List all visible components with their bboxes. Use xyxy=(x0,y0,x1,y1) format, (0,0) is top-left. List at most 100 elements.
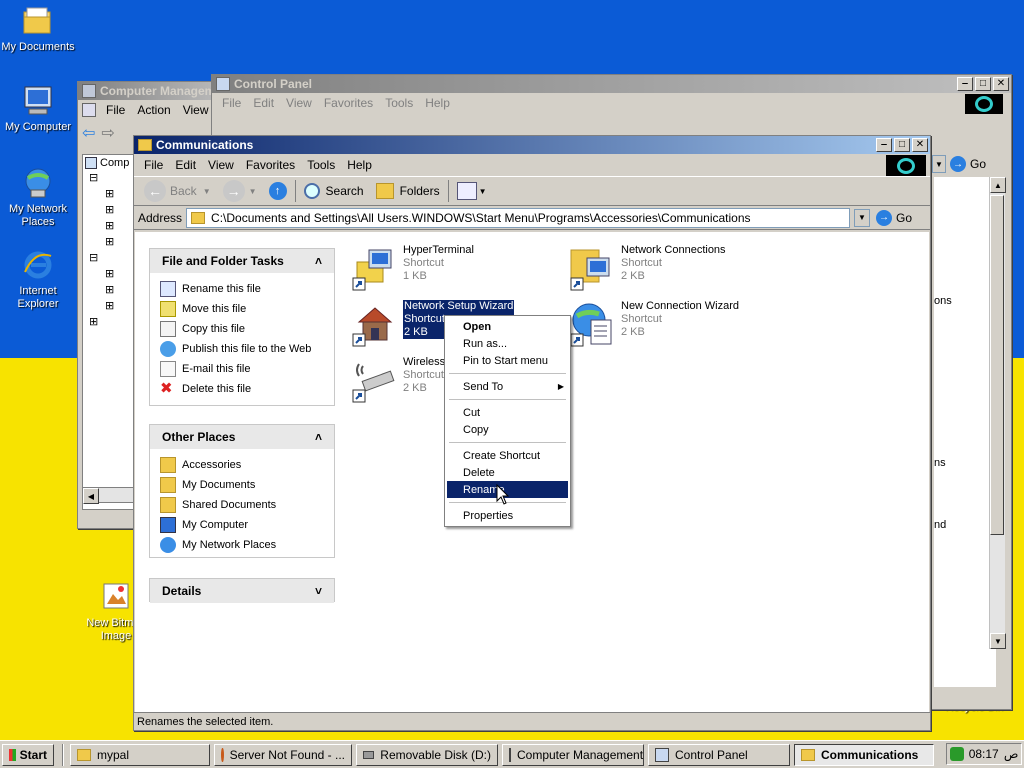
address-dropdown-icon[interactable]: ▼ xyxy=(853,208,870,227)
task-rename[interactable]: Rename this file xyxy=(150,279,334,299)
menu-item-pin-start[interactable]: Pin to Start menu xyxy=(447,352,568,369)
maximize-button[interactable]: □ xyxy=(975,77,991,91)
computer-management-tree[interactable]: Comp ⊟ ⊞ ⊞ ⊞ ⊞ ⊟ ⊞ ⊞ ⊞ ⊞ xyxy=(82,154,134,510)
control-panel-titlebar[interactable]: Control Panel ‒ □ ✕ xyxy=(212,75,1011,93)
menu-favorites[interactable]: Favorites xyxy=(318,96,379,110)
menu-item-delete[interactable]: Delete xyxy=(447,464,568,481)
tree-node[interactable]: ⊞ xyxy=(83,299,133,315)
desktop-icon-my-network-places[interactable]: My Network Places xyxy=(0,166,76,229)
tree-node[interactable]: ⊞ xyxy=(83,267,133,283)
go-arrow-icon[interactable]: → xyxy=(875,209,892,226)
vertical-scrollbar[interactable]: ▲ ▼ xyxy=(989,177,1006,649)
clock-time[interactable]: 08:17 xyxy=(969,747,999,761)
tree-node[interactable]: ⊟ xyxy=(83,251,133,267)
back-button[interactable]: ← Back ▼ xyxy=(138,178,217,204)
menu-edit[interactable]: Edit xyxy=(247,96,280,110)
menu-item-cut[interactable]: Cut xyxy=(447,404,568,421)
search-button[interactable]: Search xyxy=(298,178,370,204)
menu-item-send-to[interactable]: Send To ▶ xyxy=(447,378,568,395)
go-arrow-icon[interactable]: → xyxy=(950,156,966,172)
tray-shield-icon[interactable] xyxy=(949,747,964,761)
folders-button[interactable]: Folders xyxy=(370,178,446,204)
minimize-button[interactable]: ‒ xyxy=(957,77,973,91)
menu-favorites[interactable]: Favorites xyxy=(240,158,301,172)
menu-file[interactable]: File xyxy=(216,96,247,110)
task-mypal[interactable]: mypal xyxy=(70,743,210,766)
place-my-computer[interactable]: My Computer xyxy=(150,515,334,535)
file-item-wireless[interactable]: Wireless Shortcut 2 KB xyxy=(351,356,445,404)
scroll-thumb[interactable] xyxy=(990,195,1004,535)
tree-node[interactable]: ⊞ xyxy=(83,315,133,331)
tree-node[interactable]: ⊟ xyxy=(83,171,133,187)
place-my-network-places[interactable]: My Network Places xyxy=(150,535,334,555)
go-button-label[interactable]: Go xyxy=(970,157,986,171)
scroll-up-icon[interactable]: ▲ xyxy=(990,177,1006,193)
tree-node[interactable]: ⊞ xyxy=(83,283,133,299)
forward-arrow-icon[interactable]: ⇨ xyxy=(101,123,114,143)
menu-edit[interactable]: Edit xyxy=(169,158,202,172)
menu-help[interactable]: Help xyxy=(341,158,378,172)
file-item-hyperterminal[interactable]: HyperTerminal Shortcut 1 KB xyxy=(351,244,474,292)
back-arrow-icon[interactable]: ⇦ xyxy=(82,123,95,143)
menu-item-run-as[interactable]: Run as... xyxy=(447,335,568,352)
file-item-network-connections[interactable]: Network Connections Shortcut 2 KB xyxy=(569,244,726,292)
task-move[interactable]: Move this file xyxy=(150,299,334,319)
tree-node[interactable]: ⊞ xyxy=(83,235,133,251)
panel-header[interactable]: File and Folder Tasks ˄ xyxy=(150,249,334,273)
menu-item-create-shortcut[interactable]: Create Shortcut xyxy=(447,447,568,464)
tree-node[interactable]: ⊞ xyxy=(83,203,133,219)
task-delete[interactable]: ✖ Delete this file xyxy=(150,379,334,399)
task-server-not-found[interactable]: Server Not Found - ... xyxy=(214,743,352,766)
close-button[interactable]: ✕ xyxy=(993,77,1009,91)
file-item-new-connection-wizard[interactable]: New Connection Wizard Shortcut 2 KB xyxy=(569,300,739,348)
menu-file[interactable]: File xyxy=(138,158,169,172)
place-shared-documents[interactable]: Shared Documents xyxy=(150,495,334,515)
go-button-label[interactable]: Go xyxy=(896,211,912,225)
close-button[interactable]: ✕ xyxy=(912,138,928,152)
task-copy[interactable]: Copy this file xyxy=(150,319,334,339)
menu-view[interactable]: View xyxy=(177,103,215,117)
address-field[interactable]: C:\Documents and Settings\All Users.WIND… xyxy=(186,207,850,228)
minimize-button[interactable]: ‒ xyxy=(876,138,892,152)
menu-view[interactable]: View xyxy=(202,158,240,172)
task-removable-disk[interactable]: Removable Disk (D:) xyxy=(356,743,498,766)
tree-node[interactable]: ⊞ xyxy=(83,219,133,235)
horizontal-scrollbar[interactable]: ◀ xyxy=(82,487,134,504)
communications-titlebar[interactable]: Communications ‒ □ ✕ xyxy=(134,136,930,154)
start-button[interactable]: Start xyxy=(2,743,54,766)
menu-item-properties[interactable]: Properties xyxy=(447,507,568,524)
control-panel-go-area[interactable]: ▼ → Go xyxy=(932,153,994,175)
menu-tools[interactable]: Tools xyxy=(379,96,419,110)
forward-button[interactable]: → ▼ xyxy=(217,178,263,204)
place-accessories[interactable]: Accessories xyxy=(150,455,334,475)
menu-tools[interactable]: Tools xyxy=(301,158,341,172)
views-button[interactable]: ▼ xyxy=(451,178,493,204)
dropdown-arrow-icon[interactable]: ▼ xyxy=(932,155,946,173)
menu-item-copy[interactable]: Copy xyxy=(447,421,568,438)
menu-action[interactable]: Action xyxy=(131,103,176,117)
up-button[interactable]: ↑ xyxy=(263,178,293,204)
menu-item-open[interactable]: Open xyxy=(447,318,568,335)
panel-header[interactable]: Other Places ˄ xyxy=(150,425,334,449)
menu-help[interactable]: Help xyxy=(419,96,456,110)
collapse-chevron-icon[interactable]: ˄ xyxy=(315,254,322,268)
task-publish[interactable]: Publish this file to the Web xyxy=(150,339,334,359)
desktop-icon-my-computer[interactable]: My Computer xyxy=(0,84,76,134)
task-control-panel[interactable]: Control Panel xyxy=(648,743,790,766)
scroll-left-icon[interactable]: ◀ xyxy=(83,488,99,504)
menu-file[interactable]: File xyxy=(100,103,131,117)
tree-root[interactable]: Comp xyxy=(83,155,133,171)
menu-view[interactable]: View xyxy=(280,96,318,110)
place-my-documents[interactable]: My Documents xyxy=(150,475,334,495)
desktop-icon-internet-explorer[interactable]: Internet Explorer xyxy=(0,248,76,311)
desktop-icon-my-documents[interactable]: My Documents xyxy=(0,4,76,54)
collapse-chevron-icon[interactable]: ˄ xyxy=(315,430,322,444)
task-computer-management[interactable]: Computer Management xyxy=(502,743,644,766)
scroll-down-icon[interactable]: ▼ xyxy=(990,633,1006,649)
expand-chevron-icon[interactable]: ˅ xyxy=(315,584,322,598)
panel-header[interactable]: Details ˅ xyxy=(150,579,334,603)
maximize-button[interactable]: □ xyxy=(894,138,910,152)
task-communications[interactable]: Communications xyxy=(794,743,934,766)
tree-node[interactable]: ⊞ xyxy=(83,187,133,203)
task-email[interactable]: E-mail this file xyxy=(150,359,334,379)
